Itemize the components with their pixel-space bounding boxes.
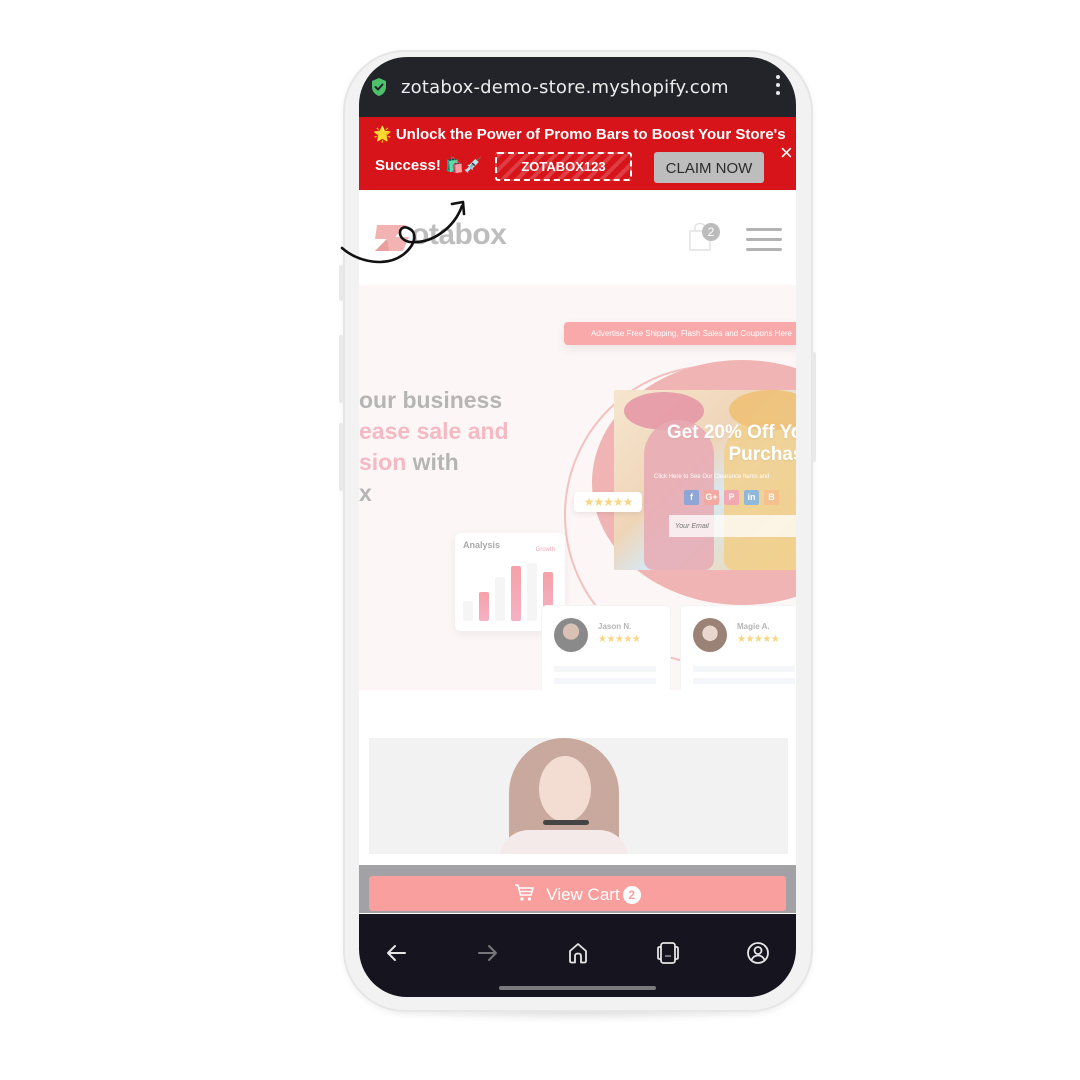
review-text-placeholder bbox=[693, 666, 795, 672]
arrow-left-icon[interactable] bbox=[384, 940, 410, 966]
hand-drawn-arrow-annotation bbox=[340, 200, 466, 264]
shield-check-icon bbox=[372, 78, 386, 96]
model-face bbox=[539, 756, 591, 822]
browser-bottom-nav bbox=[359, 914, 796, 997]
email-input[interactable] bbox=[669, 515, 796, 537]
review-card: Jason N. ★★★★★ bbox=[541, 605, 671, 690]
hero-section: Advertise Free Shipping, Flash Sales and… bbox=[359, 285, 796, 690]
popup-title-line2: Purchase bbox=[728, 444, 796, 465]
rating-chip: ★★★★★ bbox=[574, 492, 642, 512]
close-icon[interactable]: × bbox=[780, 142, 796, 164]
view-cart-label: View Cart bbox=[546, 885, 620, 904]
hamburger-icon[interactable] bbox=[746, 228, 782, 251]
facebook-icon[interactable]: f bbox=[684, 490, 699, 505]
analysis-bar bbox=[511, 566, 521, 621]
avatar bbox=[554, 618, 588, 652]
avatar bbox=[693, 618, 727, 652]
model-choker bbox=[543, 820, 589, 825]
analysis-bar bbox=[479, 592, 489, 621]
popup-title-line1: Get 20% Off You bbox=[666, 422, 796, 443]
pinterest-icon[interactable]: P bbox=[724, 490, 739, 505]
review-stars: ★★★★★ bbox=[598, 634, 641, 645]
view-cart-button[interactable]: View Cart 2 bbox=[369, 876, 786, 911]
account-icon[interactable] bbox=[745, 940, 771, 966]
home-icon[interactable] bbox=[565, 940, 591, 966]
analysis-title: Analysis bbox=[463, 540, 501, 550]
reviewer-name: Magie A. bbox=[737, 622, 770, 631]
promo-bar: 🌟 Unlock the Power of Promo Bars to Boos… bbox=[359, 117, 796, 190]
product-banner-image[interactable] bbox=[369, 738, 788, 854]
hero-headline: our business ease sale and sion with x bbox=[359, 385, 509, 509]
headline-line-3: with bbox=[406, 449, 459, 475]
analysis-bar bbox=[527, 563, 537, 621]
headline-line-1: our business bbox=[359, 387, 503, 413]
reviewer-name: Jason N. bbox=[598, 622, 632, 631]
coupon-code[interactable]: ZOTABOX123 bbox=[495, 152, 632, 181]
side-button-left-3 bbox=[339, 423, 343, 491]
side-button-right bbox=[812, 352, 816, 462]
promo-message-line1: 🌟 Unlock the Power of Promo Bars to Boos… bbox=[373, 126, 786, 143]
google-plus-icon[interactable]: G+ bbox=[704, 490, 719, 505]
email-popup-preview: Get 20% Off You Purchase Click Here to S… bbox=[614, 390, 796, 570]
popup-title: Get 20% Off You Purchase bbox=[667, 422, 796, 466]
headline-line-2: ease sale and bbox=[359, 418, 509, 444]
cart-icon bbox=[515, 884, 535, 901]
view-cart-count: 2 bbox=[622, 886, 641, 904]
side-button-left-2 bbox=[339, 335, 343, 403]
cart-count-badge: 2 bbox=[702, 223, 720, 241]
review-text-placeholder bbox=[554, 666, 656, 672]
model-top bbox=[499, 830, 629, 854]
analysis-bar bbox=[495, 577, 505, 621]
review-text-placeholder bbox=[554, 678, 656, 684]
review-text-placeholder bbox=[693, 678, 795, 684]
advertise-banner: Advertise Free Shipping, Flash Sales and… bbox=[564, 322, 796, 345]
linkedin-icon[interactable]: in bbox=[744, 490, 759, 505]
browser-url-bar[interactable]: zotabox-demo-store.myshopify.com bbox=[359, 57, 796, 117]
review-stars: ★★★★★ bbox=[737, 634, 780, 645]
popup-subtitle: Click Here to See Our Clearance Items an… bbox=[654, 474, 770, 480]
review-card: Magie A. ★★★★★ bbox=[680, 605, 796, 690]
claim-now-button[interactable]: CLAIM NOW bbox=[654, 152, 764, 183]
tabs-icon[interactable] bbox=[655, 940, 681, 966]
kebab-menu-icon[interactable] bbox=[775, 75, 781, 99]
headline-line-3-pink: sion bbox=[359, 449, 407, 475]
blogger-icon[interactable]: B bbox=[764, 490, 779, 505]
social-icons: f G+ P in B bbox=[684, 490, 779, 505]
promo-message-line2: Success! 🛍️💉 bbox=[375, 157, 483, 174]
url-text[interactable]: zotabox-demo-store.myshopify.com bbox=[401, 77, 729, 98]
headline-line-4: x bbox=[359, 480, 372, 506]
arrow-right-icon[interactable] bbox=[474, 940, 500, 966]
store-page: otabox 2 Advertise Free Shipping, Flash … bbox=[359, 190, 796, 997]
home-indicator[interactable] bbox=[499, 986, 656, 990]
analysis-bar bbox=[463, 601, 473, 621]
analysis-growth-tag: Growth bbox=[535, 547, 555, 553]
